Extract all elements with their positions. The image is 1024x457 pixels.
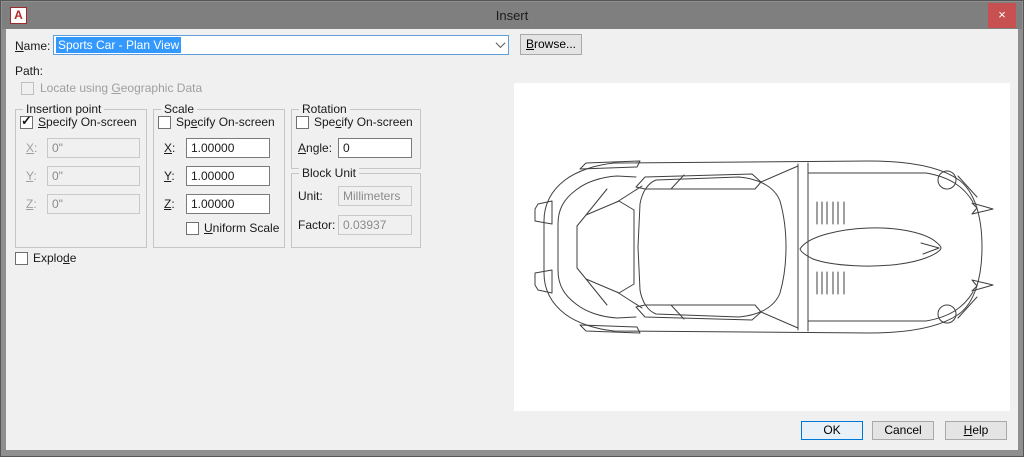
scale-x-label: X: <box>164 141 175 155</box>
scale-x-input[interactable] <box>186 138 270 158</box>
uniform-scale-label: Uniform Scale <box>204 221 279 235</box>
insertion-z-label: Z: <box>26 197 37 211</box>
close-icon: × <box>998 7 1006 22</box>
geographic-data-label: Locate using Geographic Data <box>40 81 202 95</box>
scale-z-label: Z: <box>164 197 175 211</box>
ok-button[interactable]: OK <box>801 421 863 440</box>
angle-label: Angle: <box>298 141 332 155</box>
car-rear-details <box>535 161 642 333</box>
unit-value-field <box>338 186 412 206</box>
browse-button[interactable]: Browse... <box>520 34 582 55</box>
title-bar: A Insert × <box>2 2 1022 29</box>
block-unit-group-title: Block Unit <box>299 166 359 180</box>
dialog-body: Name: Sports Car - Plan View Browse... P… <box>6 29 1018 450</box>
scale-y-label: Y: <box>164 169 175 183</box>
scale-group: Scale Specify On-screen X: Y: Z: Uniform… <box>153 109 285 248</box>
block-name-combobox[interactable]: Sports Car - Plan View <box>53 35 509 55</box>
insertion-y-label: Y: <box>26 169 37 183</box>
scale-y-input[interactable] <box>186 166 270 186</box>
factor-label: Factor: <box>298 218 335 232</box>
insertion-specify-onscreen-label: Specify On-screen <box>38 115 137 129</box>
geographic-data-checkbox <box>21 82 34 95</box>
insertion-x-input <box>47 138 140 158</box>
car-body-outline <box>544 161 982 333</box>
scale-z-input[interactable] <box>186 194 270 214</box>
insertion-specify-onscreen-checkbox[interactable]: ✓ <box>20 116 33 129</box>
help-button[interactable]: Help <box>945 421 1007 440</box>
angle-input[interactable] <box>338 138 412 158</box>
car-cabin <box>636 163 808 331</box>
explode-label: Explode <box>33 251 76 265</box>
insertion-point-group-title: Insertion point <box>23 102 104 116</box>
rotation-specify-onscreen-checkbox[interactable] <box>296 116 309 129</box>
unit-label: Unit: <box>298 189 323 203</box>
insert-dialog-window: A Insert × Name: Sports Car - Plan View … <box>0 0 1024 457</box>
car-plan-view-drawing <box>514 83 1010 411</box>
scale-group-title: Scale <box>161 102 197 116</box>
factor-value-field <box>338 215 412 235</box>
block-preview-pane <box>514 83 1010 411</box>
explode-checkbox[interactable] <box>15 252 28 265</box>
block-name-selected-text: Sports Car - Plan View <box>56 37 181 53</box>
scale-specify-onscreen-label: Specify On-screen <box>176 115 275 129</box>
scale-specify-onscreen-checkbox[interactable] <box>158 116 171 129</box>
path-label: Path: <box>15 64 43 78</box>
block-unit-group: Block Unit Unit: Factor: <box>291 173 421 248</box>
rotation-group: Rotation Specify On-screen Angle: <box>291 109 421 169</box>
rotation-specify-onscreen-label: Specify On-screen <box>314 115 413 129</box>
chevron-down-icon[interactable] <box>496 38 506 48</box>
check-icon: ✓ <box>21 114 32 127</box>
insertion-z-input <box>47 194 140 214</box>
uniform-scale-checkbox[interactable] <box>186 222 199 235</box>
insertion-y-input <box>47 166 140 186</box>
close-button[interactable]: × <box>988 3 1016 28</box>
rotation-group-title: Rotation <box>299 102 350 116</box>
car-hood-details <box>800 171 993 323</box>
cancel-button[interactable]: Cancel <box>872 421 934 440</box>
dialog-title: Insert <box>2 2 1022 29</box>
name-label: Name: <box>15 39 50 53</box>
insertion-point-group: Insertion point ✓ Specify On-screen X: Y… <box>15 109 147 248</box>
insertion-x-label: X: <box>26 141 37 155</box>
